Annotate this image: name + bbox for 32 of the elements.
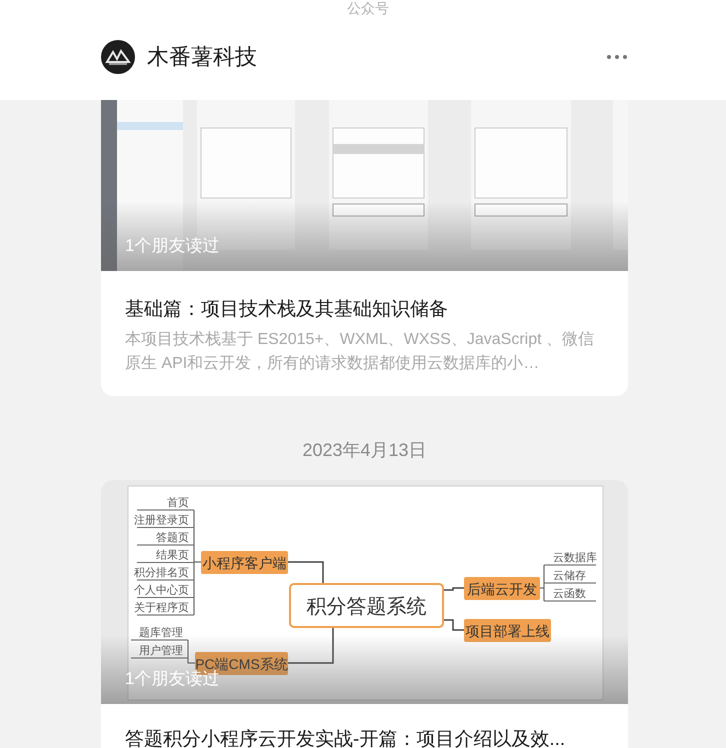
branch-node: 小程序客户端 — [201, 551, 288, 574]
leaf-node: 首页 — [136, 497, 194, 510]
article-card[interactable]: 1个朋友读过 基础篇：项目技术栈及其基础知识储备 本项目技术栈基于 ES2015+、WXML、WXSS、JavaScript 、微信原生 API和云开发，所有的请求数据都使用云数据库的小… — [101, 100, 628, 396]
leaf-node: 题库管理 — [130, 627, 188, 640]
article-title[interactable]: 答题积分小程序云开发实战-开篇：项目介绍以及效... — [125, 726, 604, 748]
article-summary: 本项目技术栈基于 ES2015+、WXML、WXSS、JavaScript 、微信原生 API和云开发，所有的请求数据都使用云数据库的小… — [125, 330, 595, 374]
leaf-node: 用户管理 — [130, 645, 188, 658]
connector-line — [540, 564, 544, 602]
leaf-node: 个人中心页 — [134, 584, 194, 598]
connector-line — [288, 627, 334, 664]
article-title[interactable]: 基础篇：项目技术栈及其基础知识储备 — [125, 296, 604, 324]
top-label: 公众号 — [346, 0, 390, 18]
connector-line — [288, 561, 324, 584]
leaf-node: 关于程序页 — [134, 602, 194, 616]
account-logo — [101, 40, 135, 74]
branch-node: 项目部署上线 — [464, 619, 551, 642]
leaf-node: 结果页 — [136, 550, 194, 563]
leaf-node: 云储存 — [544, 570, 596, 584]
leaf-node: 答题页 — [136, 532, 194, 546]
connector-line — [443, 587, 464, 591]
leaf-node: 云数据库 — [544, 552, 597, 566]
connector-line — [443, 619, 464, 631]
friends-read-label: 1个朋友读过 — [125, 235, 220, 257]
leaf-node: 云函数 — [544, 588, 596, 602]
branch-node: 后端云开发 — [464, 577, 540, 600]
connector-line — [188, 640, 196, 664]
more-icon[interactable] — [606, 54, 628, 60]
leaf-node: 积分排名页 — [134, 567, 194, 580]
date-label: 2023年4月13日 — [301, 439, 428, 462]
account-name: 木番薯科技 — [147, 43, 258, 71]
central-node: 积分答题系统 — [289, 583, 444, 628]
leaf-node: 注册登录页 — [134, 514, 194, 528]
